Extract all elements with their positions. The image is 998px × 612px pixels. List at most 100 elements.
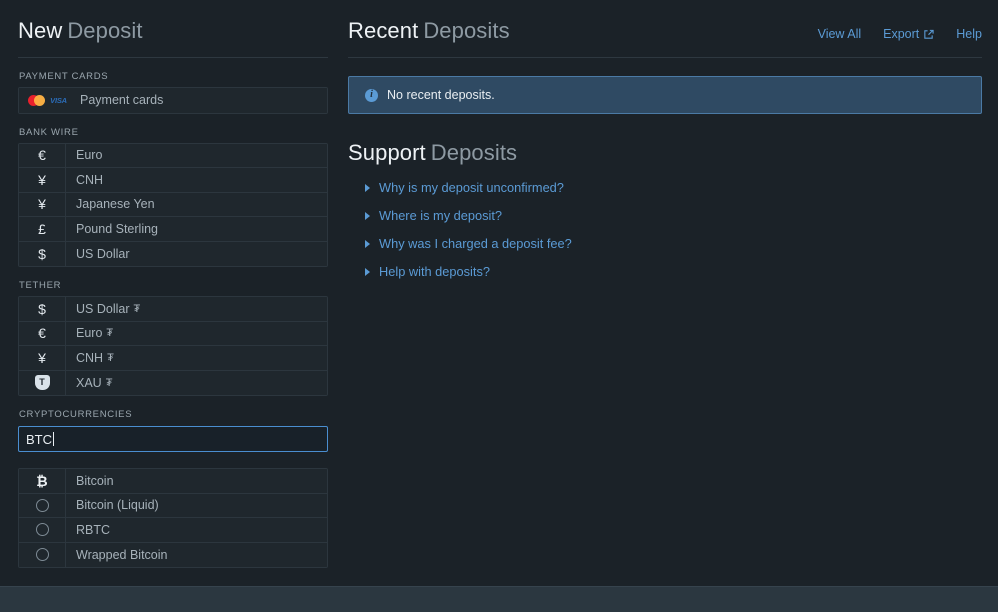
list-item-payment-cards[interactable]: VISA Payment cards bbox=[19, 88, 327, 113]
list-item-bitcoin-liquid[interactable]: Bitcoin (Liquid) bbox=[19, 493, 327, 518]
tether-suffix-icon: ₮ bbox=[133, 302, 141, 315]
group-label-tether: TETHER bbox=[19, 280, 62, 291]
payment-cards-logos: VISA bbox=[19, 88, 76, 113]
coin-circle-icon bbox=[19, 493, 66, 517]
page-content: New Deposit PAYMENT CARDS VISA Payment ca… bbox=[0, 0, 998, 586]
yuan-symbol-icon: ¥ bbox=[19, 168, 66, 192]
support-title-strong: Support bbox=[348, 140, 426, 165]
yuan-symbol-icon: ¥ bbox=[19, 346, 66, 370]
recent-deposits-title-strong: Recent bbox=[348, 18, 419, 43]
new-deposit-title-strong: New bbox=[18, 18, 63, 43]
list-item-rbtc[interactable]: RBTC bbox=[19, 518, 327, 543]
euro-symbol-icon: € bbox=[19, 143, 66, 167]
list-item-label: CNH ₮ bbox=[66, 351, 114, 365]
list-item-label-text: XAU bbox=[76, 375, 102, 390]
list-item-wrapped-bitcoin[interactable]: Wrapped Bitcoin bbox=[19, 542, 327, 567]
recent-title-divider bbox=[348, 57, 982, 58]
view-all-link[interactable]: View All bbox=[818, 27, 862, 41]
list-item-cnht[interactable]: ¥ CNH ₮ bbox=[19, 346, 327, 371]
cryptocurrency-list: ₿ Bitcoin Bitcoin (Liquid) RBTC Wrapped … bbox=[18, 468, 328, 568]
list-item-label: Pound Sterling bbox=[76, 221, 159, 236]
dollar-symbol-icon: $ bbox=[19, 241, 66, 266]
triangle-bullet-icon bbox=[365, 267, 370, 276]
support-title-muted: Deposits bbox=[430, 140, 518, 165]
tether-list: $ US Dollar ₮ € Euro ₮ ¥ CNH ₮ T XAU ₮ bbox=[18, 296, 328, 396]
tether-badge-icon: T bbox=[19, 370, 66, 395]
list-item-label: Wrapped Bitcoin bbox=[76, 547, 168, 562]
list-item-label-text: Euro bbox=[76, 326, 103, 341]
list-item-label: RBTC bbox=[76, 522, 111, 537]
support-links: Why is my deposit unconfirmed? Where is … bbox=[348, 180, 982, 279]
triangle-bullet-icon bbox=[365, 211, 370, 220]
recent-deposits-header: Recent Deposits View All Export Help bbox=[348, 18, 982, 44]
list-item-pound-sterling[interactable]: £ Pound Sterling bbox=[19, 217, 327, 242]
list-item-label: Bitcoin bbox=[76, 473, 114, 488]
new-deposit-panel: New Deposit PAYMENT CARDS VISA Payment ca… bbox=[0, 0, 340, 568]
list-item-usdt[interactable]: $ US Dollar ₮ bbox=[19, 297, 327, 322]
deposit-page: New Deposit PAYMENT CARDS VISA Payment ca… bbox=[0, 0, 998, 612]
yen-symbol-icon: ¥ bbox=[19, 192, 66, 216]
list-item-label: XAU ₮ bbox=[66, 376, 112, 390]
support-link-label: Help with deposits? bbox=[379, 264, 490, 279]
coin-circle-icon bbox=[19, 542, 66, 567]
support-link-label: Where is my deposit? bbox=[379, 208, 503, 223]
list-item-us-dollar[interactable]: $ US Dollar bbox=[19, 241, 327, 266]
list-item-label: Euro ₮ bbox=[66, 326, 113, 340]
help-label: Help bbox=[956, 27, 982, 41]
support-link-label: Why is my deposit unconfirmed? bbox=[379, 180, 564, 195]
new-deposit-title-muted: Deposit bbox=[67, 18, 143, 43]
pound-symbol-icon: £ bbox=[19, 217, 66, 241]
triangle-bullet-icon bbox=[365, 183, 370, 192]
list-item-bitcoin[interactable]: ₿ Bitcoin bbox=[19, 469, 327, 494]
list-item-xaut[interactable]: T XAU ₮ bbox=[19, 370, 327, 395]
payment-cards-list: VISA Payment cards bbox=[18, 87, 328, 114]
help-link[interactable]: Help bbox=[956, 27, 982, 41]
export-label: Export bbox=[883, 27, 920, 41]
list-item-eurt[interactable]: € Euro ₮ bbox=[19, 321, 327, 346]
info-icon: i bbox=[365, 88, 378, 102]
list-item-label: US Dollar bbox=[76, 246, 130, 261]
footer-bar bbox=[0, 586, 998, 612]
recent-deposits-panel: Recent Deposits View All Export Help i N… bbox=[340, 0, 998, 279]
no-deposits-banner: i No recent deposits. bbox=[348, 76, 982, 114]
list-item-euro[interactable]: € Euro bbox=[19, 143, 327, 168]
bank-wire-list: € Euro ¥ CNH ¥ Japanese Yen £ Pound Ster… bbox=[18, 142, 328, 267]
group-label-cryptocurrencies: CRYPTOCURRENCIES bbox=[19, 409, 133, 420]
tether-suffix-icon: ₮ bbox=[105, 376, 113, 389]
bitcoin-icon: ₿ bbox=[19, 469, 66, 493]
dollar-symbol-icon: $ bbox=[19, 297, 66, 321]
new-deposit-title: New Deposit bbox=[18, 18, 328, 44]
group-label-payment-cards: PAYMENT CARDS bbox=[19, 71, 109, 82]
list-item-label: Euro bbox=[76, 148, 103, 163]
recent-deposits-title-muted: Deposits bbox=[423, 18, 510, 43]
text-caret bbox=[53, 432, 54, 446]
visa-icon: VISA bbox=[50, 95, 67, 105]
footer-content bbox=[0, 587, 998, 612]
crypto-search-wrap: BTC bbox=[18, 426, 328, 452]
bitcoin-glyph: ₿ bbox=[36, 472, 48, 489]
export-link[interactable]: Export bbox=[883, 27, 934, 41]
support-link-label: Why was I charged a deposit fee? bbox=[379, 236, 572, 251]
list-item-label-text: US Dollar bbox=[76, 301, 130, 316]
crypto-search-value: BTC bbox=[26, 431, 52, 447]
list-item-label: CNH bbox=[76, 172, 104, 187]
list-item-label: US Dollar ₮ bbox=[66, 302, 140, 316]
support-link-unconfirmed[interactable]: Why is my deposit unconfirmed? bbox=[365, 180, 564, 195]
support-link-where-is-deposit[interactable]: Where is my deposit? bbox=[365, 208, 502, 223]
no-deposits-text: No recent deposits. bbox=[387, 88, 495, 102]
crypto-search-input[interactable]: BTC bbox=[18, 426, 328, 452]
tether-suffix-icon: ₮ bbox=[107, 351, 114, 364]
support-link-deposit-fee[interactable]: Why was I charged a deposit fee? bbox=[365, 236, 572, 251]
tether-suffix-icon: ₮ bbox=[106, 327, 114, 340]
list-item-label: Japanese Yen bbox=[76, 197, 155, 212]
tether-badge-glyph: T bbox=[34, 375, 50, 391]
list-item-cnh[interactable]: ¥ CNH bbox=[19, 168, 327, 193]
view-all-label: View All bbox=[817, 27, 862, 41]
support-link-help-with-deposits[interactable]: Help with deposits? bbox=[365, 264, 490, 279]
list-item-label-text: CNH bbox=[76, 350, 104, 365]
external-link-icon bbox=[923, 29, 934, 40]
recent-deposits-title: Recent Deposits bbox=[348, 18, 510, 44]
title-divider bbox=[18, 57, 328, 58]
list-item-japanese-yen[interactable]: ¥ Japanese Yen bbox=[19, 192, 327, 217]
list-item-label: Bitcoin (Liquid) bbox=[76, 498, 159, 513]
